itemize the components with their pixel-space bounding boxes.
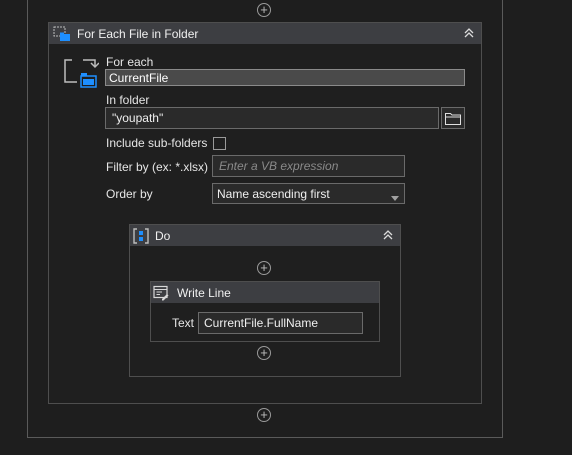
include-subfolders-label: Include sub-folders <box>106 136 208 150</box>
collapse-icon[interactable] <box>463 25 475 41</box>
add-activity-top-button[interactable]: + <box>257 3 271 17</box>
do-sequence-header[interactable]: Do <box>130 225 400 246</box>
order-by-label: Order by <box>106 187 153 201</box>
chevron-down-icon <box>391 190 399 204</box>
for-each-file-header-icon <box>53 26 71 42</box>
in-folder-label: In folder <box>106 93 150 107</box>
write-line-title: Write Line <box>177 285 231 300</box>
for-each-label: For each <box>106 55 154 69</box>
write-line-text-label: Text <box>172 316 195 330</box>
browse-folder-button[interactable] <box>441 107 465 129</box>
folder-icon <box>445 112 461 125</box>
write-line-text-input[interactable]: CurrentFile.FullName <box>198 312 363 334</box>
include-subfolders-checkbox[interactable] <box>213 137 226 150</box>
sequence-icon <box>133 227 149 244</box>
write-line-icon <box>153 285 169 301</box>
order-by-dropdown[interactable]: Name ascending first <box>212 183 405 204</box>
add-activity-bottom-button[interactable]: + <box>257 408 271 422</box>
order-by-selected-value: Name ascending first <box>217 186 330 201</box>
collapse-icon[interactable] <box>382 227 394 243</box>
for-each-file-title: For Each File in Folder <box>77 26 199 41</box>
for-each-variable-input[interactable]: CurrentFile <box>105 69 465 86</box>
filter-by-input[interactable]: Enter a VB expression <box>212 155 405 177</box>
add-activity-button-after-write-line[interactable]: + <box>257 346 271 360</box>
do-sequence-title: Do <box>155 228 171 243</box>
filter-by-label: Filter by (ex: *.xlsx) <box>106 160 209 174</box>
in-folder-input[interactable]: "youpath" <box>105 107 439 129</box>
add-activity-button-before-write-line[interactable]: + <box>257 261 271 275</box>
write-line-header[interactable]: Write Line <box>151 282 379 303</box>
for-each-file-header[interactable]: For Each File in Folder <box>49 23 481 44</box>
foreach-loop-icon <box>63 58 100 88</box>
